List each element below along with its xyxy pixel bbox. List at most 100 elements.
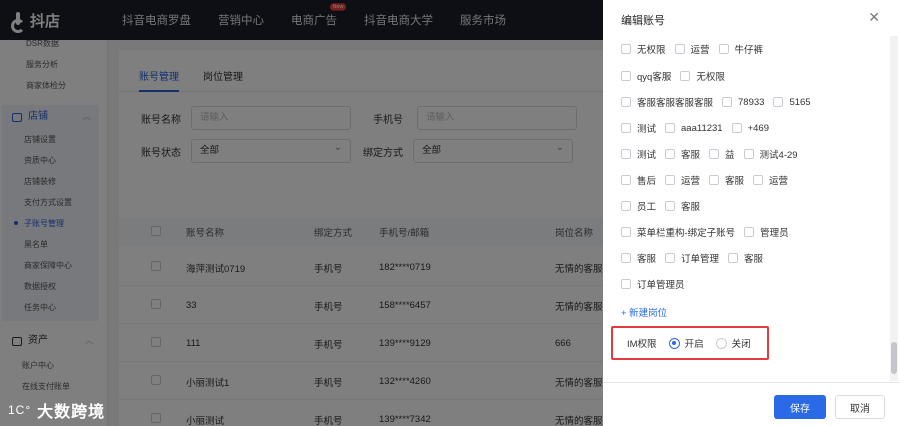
- role-row: 售后 运营 客服 运营: [621, 173, 797, 187]
- watermark: 1C° 大数跨境: [8, 398, 105, 422]
- role-row: 客服客服客服客服 78933 5165: [621, 95, 820, 109]
- role-label: 订单管理: [681, 254, 720, 265]
- role-checkbox[interactable]: [665, 175, 676, 185]
- role-checkbox[interactable]: [621, 71, 631, 81]
- role-checkbox[interactable]: [621, 44, 631, 54]
- drawer-title: 编辑账号: [621, 15, 665, 27]
- cancel-button[interactable]: 取消: [835, 395, 885, 419]
- role-option[interactable]: 牛仔裤: [718, 42, 764, 56]
- close-icon[interactable]: ✕: [868, 9, 880, 26]
- role-option[interactable]: 客服: [621, 251, 656, 265]
- edit-account-drawer: 编辑账号 ✕ 无权限 运营 牛仔裤 qyq客服 无权限 客服客服客服客服 789…: [603, 0, 900, 426]
- role-option[interactable]: 运营: [674, 42, 710, 56]
- save-button[interactable]: 保存: [774, 395, 826, 419]
- role-label: 客服客服客服客服: [637, 98, 714, 109]
- radio-on[interactable]: [668, 337, 680, 349]
- role-option[interactable]: 无权限: [680, 69, 725, 83]
- role-row: 菜单栏重构-绑定子账号 管理员: [621, 225, 798, 239]
- role-option[interactable]: 运营: [665, 173, 700, 187]
- role-checkbox[interactable]: [722, 97, 733, 107]
- role-option[interactable]: 测试4-29: [743, 147, 798, 161]
- role-option[interactable]: 运营: [753, 173, 788, 187]
- role-row: 订单管理员: [621, 277, 694, 291]
- role-label: +469: [747, 122, 769, 134]
- role-option[interactable]: 员工: [621, 199, 656, 213]
- role-option[interactable]: 客服: [728, 251, 763, 265]
- im-permission-group: IM权限 开启 关闭: [611, 326, 769, 360]
- role-option[interactable]: 测试: [621, 147, 656, 161]
- radio-off[interactable]: [715, 337, 727, 349]
- role-label: 运营: [681, 176, 701, 187]
- role-option[interactable]: 5165: [773, 96, 811, 108]
- role-option[interactable]: 客服: [709, 173, 744, 187]
- role-option[interactable]: 78933: [722, 97, 764, 108]
- role-label: 菜单栏重构-绑定子账号: [637, 228, 736, 239]
- scrollbar-thumb[interactable]: [891, 342, 897, 374]
- role-label: 客服: [637, 254, 657, 265]
- role-checkbox[interactable]: [680, 71, 691, 81]
- role-checkbox[interactable]: [731, 123, 742, 133]
- role-label: 客服: [725, 176, 745, 187]
- role-label: 测试4-29: [759, 150, 798, 161]
- role-label: 管理员: [760, 228, 789, 239]
- watermark-mark: 1C°: [8, 403, 32, 417]
- role-checkbox[interactable]: [621, 279, 631, 289]
- role-checkbox[interactable]: [621, 175, 631, 185]
- role-row: 测试 客服 益 测试4-29: [621, 147, 807, 161]
- new-role-link[interactable]: + 新建岗位: [621, 305, 667, 319]
- role-option[interactable]: 客服: [665, 147, 700, 161]
- role-option[interactable]: aaa11231: [665, 123, 723, 134]
- role-row: 客服 订单管理 客服: [621, 251, 772, 265]
- role-option[interactable]: 订单管理: [665, 251, 719, 265]
- role-checkbox[interactable]: [728, 253, 739, 263]
- role-option[interactable]: 客服客服客服客服: [621, 95, 713, 109]
- role-checkbox[interactable]: [744, 227, 755, 237]
- role-checkbox[interactable]: [753, 175, 764, 185]
- role-option[interactable]: 订单管理员: [621, 277, 685, 291]
- role-checkbox[interactable]: [743, 149, 754, 159]
- role-checkbox[interactable]: [665, 253, 676, 263]
- role-label: 测试: [637, 150, 657, 161]
- role-label: 售后: [637, 176, 657, 187]
- role-label: 5165: [789, 96, 811, 108]
- role-label: 运营: [690, 45, 710, 56]
- role-checkbox[interactable]: [621, 253, 631, 263]
- role-option[interactable]: 菜单栏重构-绑定子账号: [621, 225, 735, 239]
- role-label: 客服: [681, 202, 701, 213]
- im-on-option[interactable]: 开启: [668, 336, 704, 350]
- role-checkbox[interactable]: [665, 123, 676, 133]
- role-label: 订单管理员: [637, 280, 685, 291]
- role-row: 测试 aaa11231 +469: [621, 121, 778, 135]
- role-checkbox[interactable]: [709, 149, 720, 159]
- role-checkbox[interactable]: [665, 201, 676, 211]
- role-option[interactable]: +469: [731, 122, 769, 134]
- role-option[interactable]: 无权限: [621, 42, 666, 56]
- role-option[interactable]: 管理员: [744, 225, 789, 239]
- role-option[interactable]: 益: [709, 147, 735, 161]
- role-label: aaa11231: [681, 122, 723, 134]
- im-off-option[interactable]: 关闭: [715, 336, 751, 350]
- role-option[interactable]: 售后: [621, 173, 656, 187]
- role-row: 无权限 运营 牛仔裤: [621, 42, 772, 56]
- role-option[interactable]: 测试: [621, 121, 656, 135]
- role-label: 牛仔裤: [734, 45, 764, 56]
- role-checkbox[interactable]: [621, 123, 631, 133]
- watermark-text: 大数跨境: [37, 404, 106, 421]
- role-option[interactable]: 客服: [665, 199, 700, 213]
- role-checkbox[interactable]: [665, 149, 676, 159]
- role-label: 78933: [738, 96, 765, 108]
- role-checkbox[interactable]: [621, 149, 631, 159]
- role-label: 客服: [681, 150, 701, 161]
- role-checkbox[interactable]: [674, 44, 685, 54]
- role-label: 员工: [637, 202, 657, 213]
- role-checkbox[interactable]: [621, 227, 631, 237]
- role-option[interactable]: qyq客服: [621, 69, 671, 83]
- role-checkbox[interactable]: [621, 201, 631, 211]
- im-on-label: 开启: [684, 339, 704, 350]
- role-checkbox[interactable]: [718, 44, 729, 54]
- role-checkbox[interactable]: [621, 97, 631, 107]
- role-checkbox[interactable]: [773, 97, 784, 107]
- role-checkbox[interactable]: [709, 175, 720, 185]
- drawer-scrollbar[interactable]: [890, 36, 898, 381]
- role-label: 无权限: [637, 45, 666, 56]
